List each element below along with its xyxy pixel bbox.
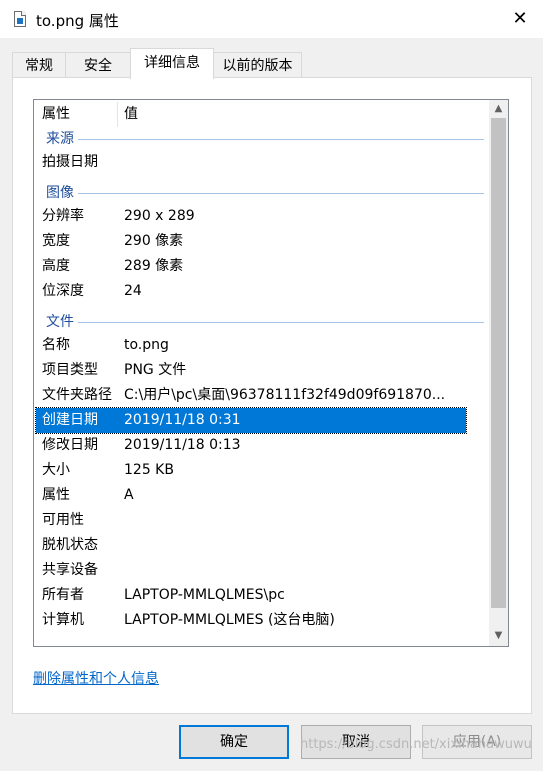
table-row[interactable]: 拍摄日期 [36,150,466,175]
table-row[interactable]: 项目类型 PNG 文件 [36,358,466,383]
vertical-scrollbar[interactable]: ▲ ▼ [489,100,508,646]
column-separator[interactable] [117,102,118,127]
tab-security[interactable]: 安全 [65,52,131,78]
tab-strip: 常规 安全 详细信息 以前的版本 [12,48,532,79]
scrollbar-thumb[interactable] [491,118,506,608]
remove-properties-link[interactable]: 删除属性和个人信息 [33,668,159,688]
table-row[interactable]: 脱机状态 [36,533,466,558]
scroll-down-icon[interactable]: ▼ [489,627,508,645]
table-row[interactable]: 大小 125 KB [36,458,466,483]
table-row[interactable]: 修改日期 2019/11/18 0:13 [36,433,466,458]
table-row[interactable]: 名称 to.png [36,333,466,358]
table-row[interactable]: 高度 289 像素 [36,254,466,279]
table-row-selected[interactable]: 创建日期 2019/11/18 0:31 [35,407,467,434]
table-row[interactable]: 可用性 [36,508,466,533]
table-row[interactable]: 分辨率 290 x 289 [36,204,466,229]
table-row[interactable]: 属性 A [36,483,466,508]
group-header-source: 来源 [34,129,484,149]
table-row[interactable]: 所有者 LAPTOP-MMLQLMES\pc [36,583,466,608]
png-file-icon [14,11,26,27]
column-header-value[interactable]: 值 [124,100,138,129]
title-bar: to.png 属性 ✕ [0,0,543,38]
table-row[interactable]: 共享设备 [36,558,466,583]
table-row[interactable]: 宽度 290 像素 [36,229,466,254]
column-header-property[interactable]: 属性 [42,100,70,129]
group-header-image: 图像 [34,183,484,203]
scroll-up-icon[interactable]: ▲ [489,100,508,118]
table-row[interactable]: 文件夹路径 C:\用户\pc\桌面\96378111f32f49d09f69187… [36,383,466,408]
close-button[interactable]: ✕ [509,8,531,30]
table-row[interactable]: 计算机 LAPTOP-MMLQLMES (这台电脑) [36,608,466,633]
table-row[interactable]: 位深度 24 [36,279,466,304]
group-header-file: 文件 [34,312,484,332]
list-header: 属性 值 [34,100,484,129]
window-title: to.png 属性 [36,12,119,30]
tab-previous-versions[interactable]: 以前的版本 [213,52,302,78]
tab-details[interactable]: 详细信息 [130,48,214,79]
tab-general[interactable]: 常规 [12,52,66,78]
ok-button[interactable]: 确定 [179,725,289,759]
watermark-text: https://blog.csdn.net/xixihahawuwu [300,737,532,752]
properties-list[interactable]: 属性 值 来源 拍摄日期 图像 分辨率 290 x 289 宽度 290 像素 高度… [33,99,509,647]
details-panel: 属性 值 来源 拍摄日期 图像 分辨率 290 x 289 宽度 290 像素 高度… [12,77,532,714]
